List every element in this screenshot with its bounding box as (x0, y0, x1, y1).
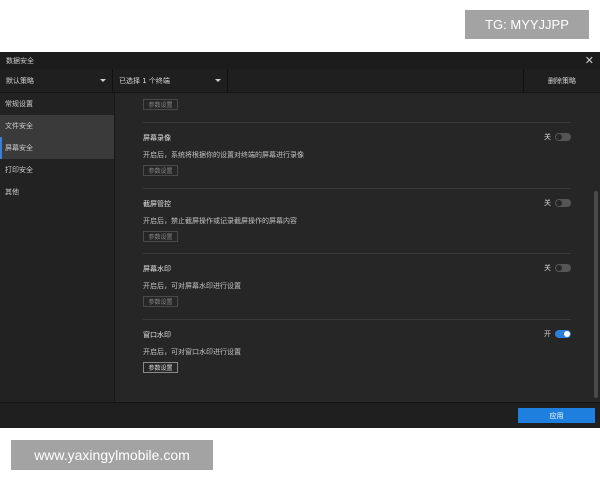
delete-policy-button[interactable]: 删除策略 (523, 69, 600, 92)
content-scrollbar[interactable] (592, 93, 600, 402)
section-title: 截屏管控 (143, 200, 171, 208)
dialog-footer: 应用 (0, 402, 600, 428)
dialog-titlebar: 数据安全 ✕ (0, 52, 600, 69)
section-screen-recording: 屏幕录像 关 开启后，系统将根据你的设置对终端的屏幕进行录像 参数设置 (143, 122, 571, 188)
caret-down-icon (100, 79, 106, 82)
apply-button[interactable]: 应用 (518, 408, 595, 423)
section-title: 屏幕录像 (143, 134, 171, 142)
param-settings-button[interactable]: 参数设置 (143, 231, 178, 242)
sidebar-item-screen-security[interactable]: 屏幕安全 (0, 137, 114, 159)
param-settings-button[interactable]: 参数设置 (143, 296, 178, 307)
toggle-state-label: 关 (544, 133, 551, 141)
caret-down-icon (215, 79, 221, 82)
param-settings-button[interactable]: 参数设置 (143, 362, 178, 373)
section-description: 开启后，可对窗口水印进行设置 (143, 348, 241, 356)
param-settings-button[interactable]: 参数设置 (143, 165, 178, 176)
sidebar-item-print-security[interactable]: 打印安全 (0, 159, 114, 181)
dialog-title: 数据安全 (6, 56, 34, 65)
sidebar-item-general[interactable]: 常规设置 (0, 93, 114, 115)
settings-content: 参数设置 屏幕录像 关 开启后，系统将根据你的设置对终端的屏幕进行录像 参数设置… (116, 93, 592, 402)
section-title: 屏幕水印 (143, 265, 171, 273)
sidebar-item-label: 常规设置 (5, 100, 33, 108)
sidebar-item-label: 其他 (5, 188, 19, 196)
section-description: 开启后，系统将根据你的设置对终端的屏幕进行录像 (143, 151, 304, 159)
close-icon[interactable]: ✕ (585, 55, 594, 66)
toggle-state-label: 关 (544, 199, 551, 207)
sidebar-item-other[interactable]: 其他 (0, 181, 114, 203)
scrollbar-thumb[interactable] (594, 191, 598, 398)
sidebar-item-label: 打印安全 (5, 166, 33, 174)
section-screenshot-control: 截屏管控 关 开启后，禁止截屏操作或记录截屏操作的屏幕内容 参数设置 (143, 188, 571, 254)
watermark-tg: TG: MYYJJPP (465, 10, 589, 39)
param-settings-button[interactable]: 参数设置 (143, 99, 178, 110)
terminal-select[interactable]: 已选择 1 个终端 (113, 69, 228, 92)
toggle-state-label: 开 (544, 330, 551, 338)
sidebar-item-label: 屏幕安全 (5, 144, 33, 152)
watermark-url: www.yaxingylmobile.com (11, 440, 213, 470)
screenshot-control-toggle[interactable] (555, 199, 571, 207)
section-description: 开启后，可对屏幕水印进行设置 (143, 282, 241, 290)
sidebar-item-file-security[interactable]: 文件安全 (0, 115, 114, 137)
screen-recording-toggle[interactable] (555, 133, 571, 141)
sidebar: 常规设置 文件安全 屏幕安全 打印安全 其他 (0, 93, 115, 402)
sidebar-item-label: 文件安全 (5, 122, 33, 130)
policy-select[interactable]: 默认策略 (0, 69, 113, 92)
section-window-watermark: 窗口水印 开 开启后，可对窗口水印进行设置 参数设置 (143, 319, 571, 385)
section-title: 窗口水印 (143, 331, 171, 339)
policy-select-value: 默认策略 (6, 76, 34, 85)
section-screen-watermark: 屏幕水印 关 开启后，可对屏幕水印进行设置 参数设置 (143, 253, 571, 319)
window-watermark-toggle[interactable] (555, 330, 571, 338)
data-security-dialog: 数据安全 ✕ 默认策略 已选择 1 个终端 删除策略 常规设置 文件安全 屏幕安… (0, 52, 600, 428)
toggle-state-label: 关 (544, 264, 551, 272)
screen-watermark-toggle[interactable] (555, 264, 571, 272)
section-description: 开启后，禁止截屏操作或记录截屏操作的屏幕内容 (143, 217, 297, 225)
toolbar: 默认策略 已选择 1 个终端 删除策略 (0, 69, 600, 93)
terminal-select-value: 已选择 1 个终端 (119, 76, 170, 85)
